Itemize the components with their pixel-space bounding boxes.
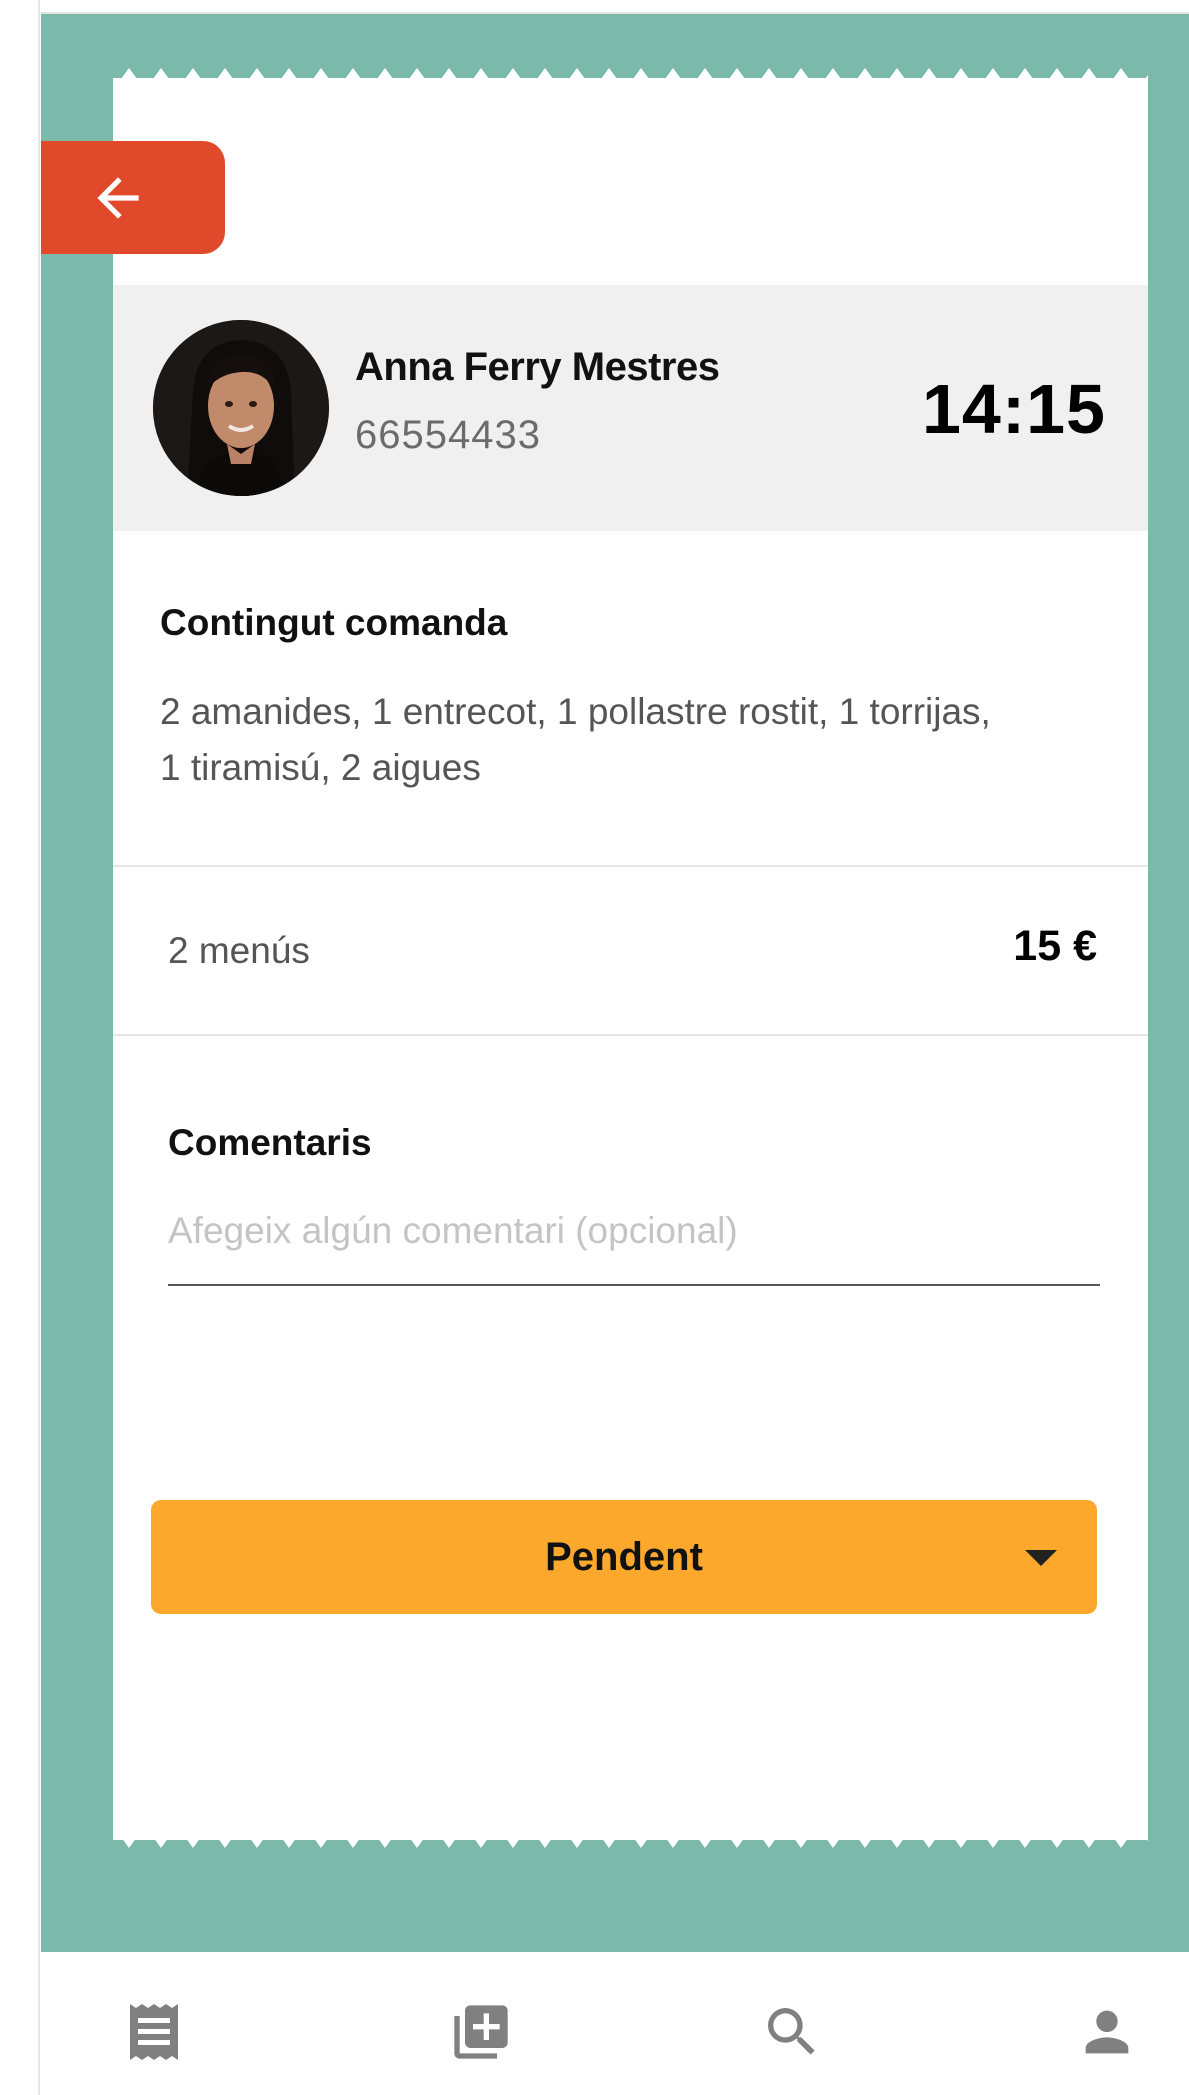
bottom-navigation [41, 1952, 1189, 2095]
back-button[interactable] [41, 141, 225, 254]
order-time: 14:15 [921, 370, 1106, 448]
customer-phone: 66554433 [355, 413, 541, 457]
left-edge [0, 0, 40, 2095]
customer-header: Anna Ferry Mestres 66554433 14:15 [113, 285, 1148, 531]
nav-new-order[interactable] [446, 1997, 516, 2067]
arrow-left-icon [97, 176, 139, 219]
ticket-bottom-edge [113, 1826, 1148, 1848]
comments-title: Comentaris [168, 1122, 372, 1163]
status-selected-label: Pendent [545, 1534, 703, 1579]
dropdown-arrow-icon [1025, 1550, 1057, 1566]
nav-profile[interactable] [1072, 1997, 1142, 2067]
menus-count: 2 menús [168, 930, 310, 971]
order-content-text: 2 amanides, 1 entrecot, 1 pollastre rost… [160, 691, 991, 788]
status-dropdown[interactable]: Pendent [151, 1500, 1097, 1614]
nav-search[interactable] [757, 1997, 827, 2067]
order-content-title: Contingut comanda [160, 602, 508, 643]
add-to-library-icon [454, 2005, 508, 2059]
divider [113, 1034, 1148, 1036]
customer-name: Anna Ferry Mestres [355, 345, 720, 389]
menus-price: 15 € [1013, 922, 1097, 970]
avatar [153, 320, 329, 496]
comments-input[interactable] [168, 1198, 1100, 1286]
person-icon [1085, 2010, 1129, 2054]
search-icon [768, 2008, 815, 2055]
nav-orders[interactable] [119, 1997, 189, 2067]
divider [113, 865, 1148, 867]
receipt-icon [130, 2004, 178, 2060]
